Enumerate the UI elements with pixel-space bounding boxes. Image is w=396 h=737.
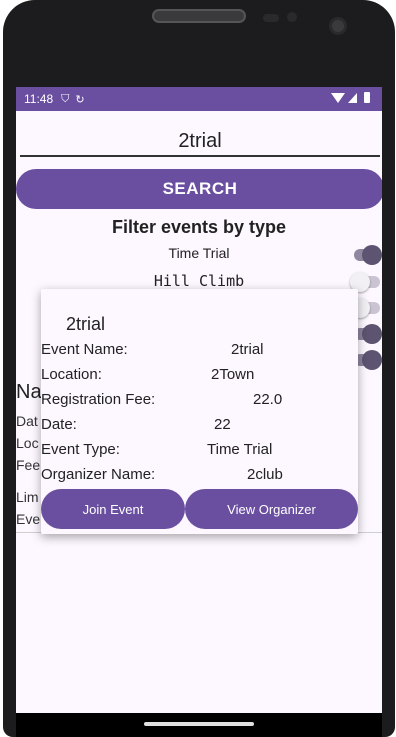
join-event-button[interactable]: Join Event — [41, 489, 185, 529]
location-label: Location: — [41, 366, 102, 383]
filter-option-time-trial: Time Trial — [168, 245, 230, 261]
toggle-knob — [362, 350, 382, 370]
filter-option-hill-climb: Hill Climb — [153, 272, 245, 290]
phone-frame: 11:48 ⛉ ↻ SEARCH Filter events by type T… — [0, 0, 396, 737]
light-sensor — [287, 12, 297, 22]
app-screen: 11:48 ⛉ ↻ SEARCH Filter events by type T… — [16, 87, 382, 713]
battery-icon — [364, 92, 370, 103]
event-type-value: Time Trial — [207, 441, 273, 458]
vpn-icon: ⛉ — [61, 92, 70, 105]
navigation-bar — [16, 713, 382, 737]
status-right-icons — [331, 92, 370, 103]
detail-line: Eve — [16, 511, 41, 527]
speaker-grille — [152, 9, 246, 23]
date-label: Date: — [41, 416, 77, 433]
status-time: 11:48 — [24, 92, 54, 106]
toggle-knob — [362, 324, 382, 344]
event-dialog: 2trial Event Name: 2trial Location: 2Tow… — [41, 289, 358, 534]
registration-fee-value: 22.0 — [253, 391, 283, 408]
sync-icon: ↻ — [75, 93, 85, 106]
hill-climb-toggle[interactable] — [350, 272, 380, 292]
organizer-name-value: 2club — [247, 466, 283, 483]
search-button[interactable]: SEARCH — [16, 169, 382, 209]
organizer-name-label: Organizer Name: — [41, 466, 156, 483]
proximity-sensor — [263, 14, 279, 22]
status-bar: 11:48 ⛉ ↻ — [16, 87, 382, 111]
filter-title: Filter events by type — [111, 217, 287, 237]
wifi-icon — [331, 92, 345, 103]
search-input[interactable] — [20, 121, 380, 157]
location-value: 2Town — [211, 366, 255, 383]
event-details-heading: Na — [16, 381, 42, 403]
view-organizer-button[interactable]: View Organizer — [185, 489, 358, 529]
dialog-title: 2trial — [66, 314, 106, 334]
home-gesture-handle[interactable] — [144, 722, 254, 726]
detail-line: Lim — [16, 489, 39, 505]
detail-line: Loc — [16, 435, 39, 451]
signal-icon — [348, 92, 357, 103]
event-type-label: Event Type: — [41, 441, 120, 458]
toggle-knob — [362, 245, 382, 265]
time-trial-toggle[interactable] — [354, 245, 382, 265]
date-value: 22 — [214, 416, 231, 433]
registration-fee-label: Registration Fee: — [41, 391, 156, 408]
event-name-label: Event Name: — [41, 341, 128, 358]
detail-line: Dat — [16, 413, 38, 429]
detail-line: Fee — [16, 457, 41, 473]
front-camera — [329, 17, 347, 35]
event-name-value: 2trial — [231, 341, 264, 358]
